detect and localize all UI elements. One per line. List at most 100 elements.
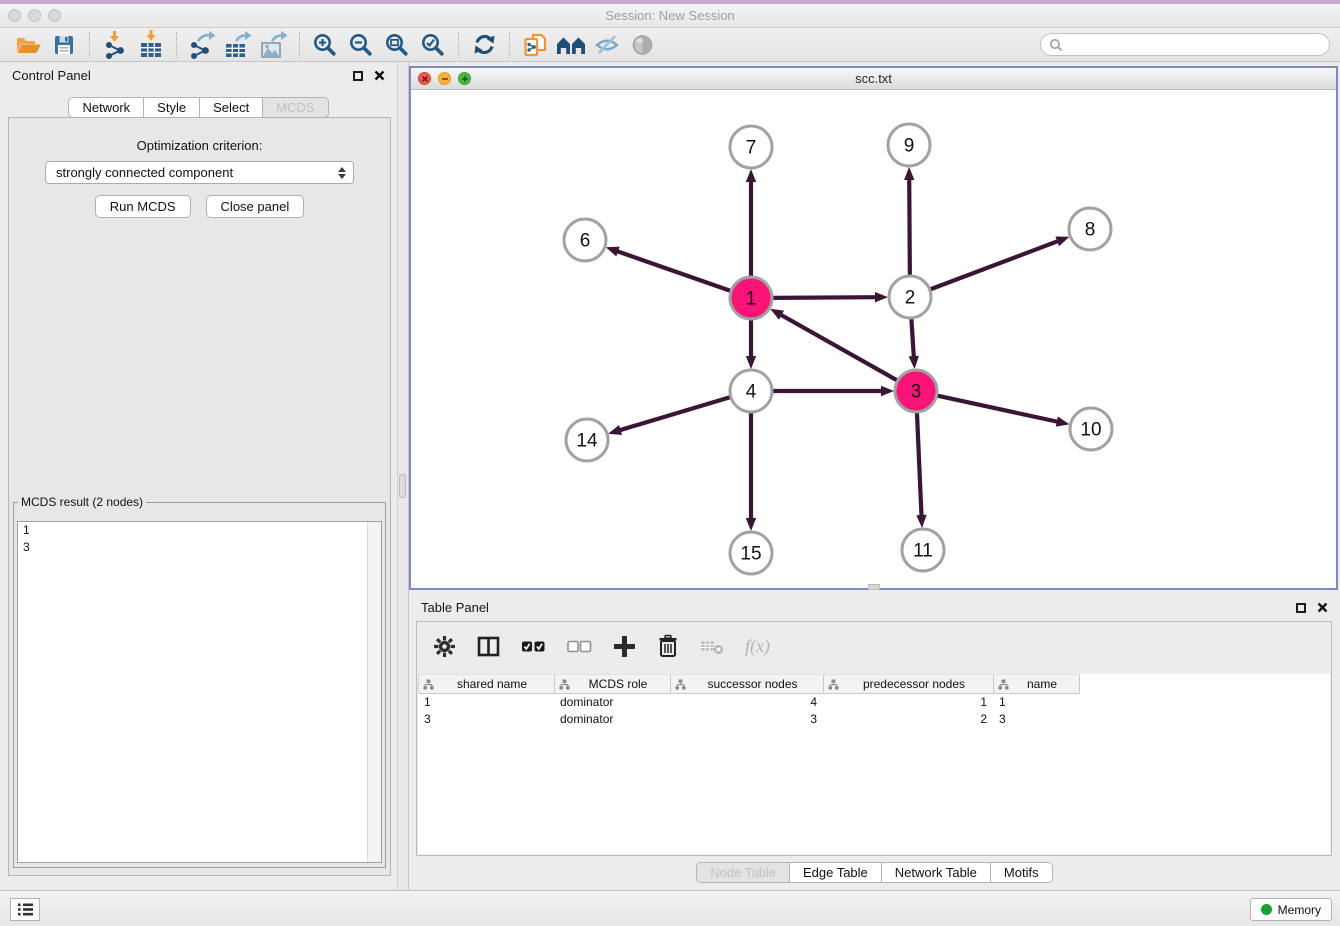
close-panel-button[interactable]: Close panel bbox=[206, 195, 305, 218]
run-mcds-button[interactable]: Run MCDS bbox=[95, 195, 191, 218]
zoom-fit-button[interactable] bbox=[379, 30, 415, 60]
task-history-button[interactable] bbox=[10, 898, 40, 921]
table-body: 1dominator4113dominator323 bbox=[418, 694, 1330, 728]
network-from-file-button[interactable] bbox=[517, 30, 553, 60]
network-resize-handle[interactable] bbox=[868, 584, 880, 590]
tab-motifs[interactable]: Motifs bbox=[990, 862, 1053, 883]
edge-1-2[interactable] bbox=[773, 297, 877, 298]
edge-1-6[interactable] bbox=[616, 251, 730, 291]
memory-label: Memory bbox=[1278, 903, 1321, 917]
close-panel-icon[interactable] bbox=[1317, 602, 1328, 613]
column-header-label: successor nodes bbox=[686, 677, 819, 691]
mcds-result-area[interactable]: 1 3 bbox=[17, 521, 382, 863]
table-cell[interactable]: dominator bbox=[554, 711, 670, 728]
edge-3-10[interactable] bbox=[937, 396, 1058, 422]
tab-network[interactable]: Network bbox=[68, 97, 144, 118]
node-table: shared nameMCDS role successor nodes prede… bbox=[418, 674, 1330, 854]
column-type-icon bbox=[559, 679, 570, 690]
minimize-window-button[interactable] bbox=[28, 9, 41, 22]
edge-4-14[interactable] bbox=[619, 397, 730, 430]
table-cell[interactable]: 1 bbox=[993, 694, 1079, 711]
mcds-result-box: MCDS result (2 nodes) 1 3 bbox=[13, 495, 386, 868]
toolbar-separator bbox=[89, 32, 90, 58]
tab-edge-table[interactable]: Edge Table bbox=[789, 862, 882, 883]
network-canvas[interactable]: 7961284314101511 bbox=[411, 90, 1336, 588]
export-image-button[interactable] bbox=[256, 30, 292, 60]
column-header-shared-name[interactable]: shared name bbox=[419, 674, 555, 694]
export-table-button[interactable] bbox=[220, 30, 256, 60]
function-builder-icon: f(x) bbox=[745, 636, 770, 657]
status-bar: Memory bbox=[0, 890, 1340, 926]
memory-button[interactable]: Memory bbox=[1250, 898, 1332, 921]
refresh-button[interactable] bbox=[466, 30, 502, 60]
import-network-button[interactable] bbox=[97, 30, 133, 60]
column-type-icon bbox=[675, 679, 686, 690]
close-panel-icon[interactable] bbox=[374, 70, 385, 81]
float-panel-icon[interactable] bbox=[353, 71, 363, 81]
divider-handle[interactable] bbox=[399, 474, 406, 498]
control-panel: Control Panel Network Style Select MCDS … bbox=[0, 62, 397, 890]
table-panel-titlebar: Table Panel bbox=[409, 594, 1340, 621]
network-window-titlebar[interactable]: scc.txt bbox=[411, 68, 1336, 90]
column-header-successor-nodes[interactable]: successor nodes bbox=[671, 674, 824, 694]
tab-mcds[interactable]: MCDS bbox=[262, 97, 328, 118]
mcds-panel: Optimization criterion: strongly connect… bbox=[8, 117, 391, 876]
edge-2-9[interactable] bbox=[909, 178, 910, 275]
zoom-fit-icon bbox=[384, 32, 410, 58]
table-row[interactable]: 3dominator323 bbox=[418, 711, 1330, 728]
table-cell[interactable]: 1 bbox=[823, 694, 993, 711]
table-toolbar: f(x) bbox=[417, 622, 1331, 670]
level-of-detail-button[interactable] bbox=[625, 30, 661, 60]
maximize-window-button[interactable] bbox=[48, 9, 61, 22]
zoom-network-button[interactable] bbox=[458, 72, 471, 85]
export-network-button[interactable] bbox=[184, 30, 220, 60]
add-icon[interactable] bbox=[613, 635, 636, 658]
table-cell[interactable]: dominator bbox=[554, 694, 670, 711]
hide-graphics-icon bbox=[594, 33, 620, 57]
deselect-all-icon[interactable] bbox=[567, 636, 592, 657]
edge-3-11[interactable] bbox=[917, 413, 922, 517]
table-row[interactable]: 1dominator411 bbox=[418, 694, 1330, 711]
edge-2-3[interactable] bbox=[911, 319, 913, 358]
close-window-button[interactable] bbox=[8, 9, 21, 22]
delete-icon[interactable] bbox=[657, 634, 679, 658]
save-session-button[interactable] bbox=[46, 30, 82, 60]
gear-icon[interactable] bbox=[433, 635, 456, 658]
tab-network-table[interactable]: Network Table bbox=[881, 862, 991, 883]
table-cell[interactable]: 3 bbox=[993, 711, 1079, 728]
edge-2-8[interactable] bbox=[931, 241, 1060, 290]
zoom-in-button[interactable] bbox=[307, 30, 343, 60]
columns-icon[interactable] bbox=[477, 636, 500, 657]
tab-node-table[interactable]: Node Table bbox=[696, 862, 790, 883]
close-network-button[interactable] bbox=[418, 72, 431, 85]
tab-select[interactable]: Select bbox=[199, 97, 263, 118]
table-cell[interactable]: 4 bbox=[670, 694, 823, 711]
zoom-selected-button[interactable] bbox=[415, 30, 451, 60]
graph-node-label: 2 bbox=[905, 288, 916, 309]
table-cell[interactable]: 3 bbox=[418, 711, 554, 728]
zoom-out-button[interactable] bbox=[343, 30, 379, 60]
column-header-MCDS-role[interactable]: MCDS role bbox=[555, 674, 671, 694]
table-cell[interactable]: 2 bbox=[823, 711, 993, 728]
edge-3-1[interactable] bbox=[780, 314, 897, 380]
import-table-button[interactable] bbox=[133, 30, 169, 60]
hide-graphics-details-button[interactable] bbox=[589, 30, 625, 60]
table-cell[interactable]: 1 bbox=[418, 694, 554, 711]
column-header-name[interactable]: name bbox=[994, 674, 1080, 694]
criterion-dropdown[interactable]: strongly connected component bbox=[45, 161, 354, 184]
minimize-network-button[interactable] bbox=[438, 72, 451, 85]
edge-arrowhead bbox=[746, 518, 756, 531]
toolbar-separator bbox=[176, 32, 177, 58]
select-all-icon[interactable] bbox=[521, 636, 546, 657]
column-header-predecessor-nodes[interactable]: predecessor nodes bbox=[824, 674, 994, 694]
first-neighbors-button[interactable] bbox=[553, 30, 589, 60]
window-controls bbox=[8, 9, 61, 22]
search-input[interactable] bbox=[1040, 33, 1330, 56]
float-panel-icon[interactable] bbox=[1296, 603, 1306, 613]
result-scrollbar[interactable] bbox=[367, 522, 381, 862]
table-cell[interactable]: 3 bbox=[670, 711, 823, 728]
panel-divider[interactable] bbox=[397, 62, 409, 890]
open-session-button[interactable] bbox=[10, 30, 46, 60]
edge-arrowhead bbox=[909, 356, 919, 369]
tab-style[interactable]: Style bbox=[143, 97, 200, 118]
